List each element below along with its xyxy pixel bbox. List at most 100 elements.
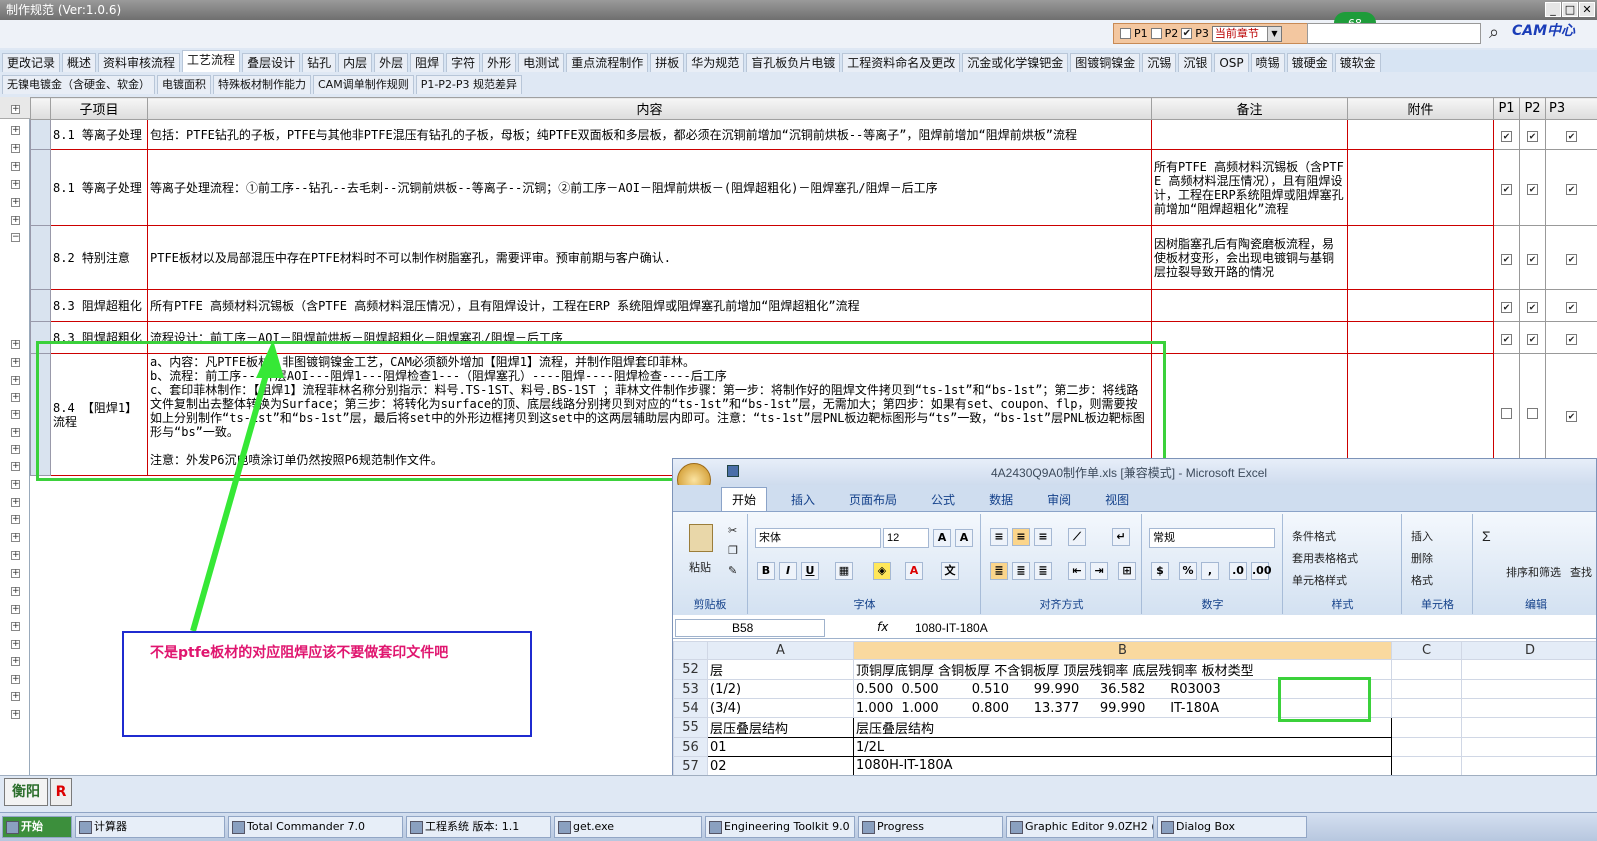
ribbon-tab-1[interactable]: 插入 xyxy=(781,488,825,511)
checkbox[interactable]: ✔ xyxy=(1527,183,1538,195)
cell-d[interactable] xyxy=(1461,756,1596,776)
tab2-3[interactable]: CAM调单制作规则 xyxy=(313,75,414,94)
header-item[interactable]: 子项目 xyxy=(50,97,148,120)
indent-icon[interactable]: ⇥ xyxy=(1090,562,1108,580)
cell-c[interactable] xyxy=(1391,717,1462,738)
italic-icon[interactable]: I xyxy=(779,562,797,580)
row-gutter[interactable] xyxy=(30,289,51,322)
tab-18[interactable]: 图镀铜镍金 xyxy=(1070,53,1141,72)
row-p2-checkbox[interactable]: ✔ xyxy=(1519,225,1546,290)
cell-a[interactable]: 层压叠层结构 xyxy=(707,717,854,738)
tab2-1[interactable]: 电镀面积 xyxy=(157,75,211,94)
bold-icon[interactable]: B xyxy=(757,562,775,580)
cell-b[interactable]: 1/2L xyxy=(853,737,1392,757)
checkbox[interactable]: ✔ xyxy=(1566,253,1577,265)
paste-icon[interactable] xyxy=(689,524,713,552)
cell-style-button[interactable]: 单元格样式 xyxy=(1292,572,1347,588)
tab-16[interactable]: 工程资料命名及更改 xyxy=(842,53,961,72)
cell-d[interactable] xyxy=(1461,717,1596,738)
col-header-d[interactable]: D xyxy=(1461,641,1596,660)
sheet-row[interactable]: 54 (3/4) 1.000 1.000 0.800 13.377 99.990 I… xyxy=(673,698,1596,718)
underline-icon[interactable]: U xyxy=(801,562,819,580)
header-attach[interactable]: 附件 xyxy=(1347,97,1494,120)
checkbox[interactable]: ✔ xyxy=(1527,301,1538,313)
table-format-button[interactable]: 套用表格格式 xyxy=(1292,550,1358,566)
expand-icon[interactable]: + xyxy=(11,622,20,631)
row-p2-checkbox[interactable]: ✔ xyxy=(1519,149,1546,226)
row-p3-checkbox[interactable]: ✔ xyxy=(1545,225,1597,290)
col-header-a[interactable]: A xyxy=(707,641,854,660)
cell-attach[interactable] xyxy=(1347,119,1494,150)
p3-checkbox[interactable]: ✔ xyxy=(1181,28,1193,39)
checkbox[interactable]: ✔ xyxy=(1527,333,1538,345)
cell-content[interactable]: PTFE板材以及局部混压中存在PTFE材料时不可以制作树脂塞孔，需要评审。预审前… xyxy=(147,225,1152,290)
expand-icon[interactable]: + xyxy=(11,692,20,701)
cell-b[interactable]: 1080H-IT-180A xyxy=(853,756,1392,776)
cell-c[interactable] xyxy=(1391,737,1462,757)
expand-icon[interactable]: + xyxy=(11,428,20,437)
cell-a[interactable]: (3/4) xyxy=(707,698,854,718)
cell-a[interactable]: 层 xyxy=(707,659,854,680)
expand-icon[interactable]: + xyxy=(11,569,20,578)
row-gutter[interactable] xyxy=(30,225,51,290)
expand-icon[interactable]: + xyxy=(11,410,20,419)
cell-c[interactable] xyxy=(1391,756,1462,776)
format-painter-icon[interactable]: ✎ xyxy=(728,564,737,577)
excel-window[interactable]: 4A2430Q9A0制作单.xls [兼容模式] - Microsoft Exc… xyxy=(672,458,1597,812)
tab-20[interactable]: 沉银 xyxy=(1178,53,1213,72)
tab-19[interactable]: 沉锡 xyxy=(1142,53,1177,72)
cell-remark[interactable] xyxy=(1151,119,1348,150)
chevron-down-icon[interactable]: ▼ xyxy=(1266,26,1281,41)
expand-icon[interactable]: + xyxy=(11,498,20,507)
merge-icon[interactable]: ⊞ xyxy=(1118,562,1136,580)
cell-remark[interactable]: 所有PTFE 高频材料沉锡板（含PTFE 高频材料混压情况），且有阻焊设计，工程… xyxy=(1151,149,1348,226)
save-icon[interactable] xyxy=(727,465,739,477)
cell-d[interactable] xyxy=(1461,698,1596,718)
taskbar-item[interactable]: Engineering Toolkit 9.0 xyxy=(705,816,855,838)
expand-icon[interactable]: + xyxy=(11,144,20,153)
cell-a[interactable]: (1/2) xyxy=(707,679,854,699)
comma-icon[interactable]: , xyxy=(1201,562,1219,580)
expand-icon[interactable]: + xyxy=(11,515,20,524)
checkbox[interactable]: ✔ xyxy=(1501,333,1512,345)
align-center-icon[interactable]: ≣ xyxy=(1012,562,1030,580)
cell-remark[interactable]: 因树脂塞孔后有陶瓷磨板流程，易使板材变形，会出现电镀铜与基铜层拉裂导致开路的情况 xyxy=(1151,225,1348,290)
cell-c[interactable] xyxy=(1391,679,1462,699)
font-size-select[interactable]: 12 xyxy=(883,528,929,548)
expand-icon[interactable]: + xyxy=(11,126,20,135)
checkbox[interactable]: ✔ xyxy=(1527,253,1538,265)
checkbox[interactable]: ✔ xyxy=(1501,301,1512,313)
format-button[interactable]: 格式 xyxy=(1411,572,1433,588)
tab-21[interactable]: OSP xyxy=(1214,53,1249,72)
expand-icon[interactable]: + xyxy=(11,605,20,614)
cell-remark[interactable] xyxy=(1151,321,1348,354)
start-button[interactable]: 开始 xyxy=(2,816,72,838)
row-gutter[interactable] xyxy=(30,149,51,226)
expand-icon[interactable]: + xyxy=(11,376,20,385)
taskbar-item[interactable]: 工程系统 版本: 1.1 xyxy=(406,816,551,838)
tab-15[interactable]: 盲孔板负片电镀 xyxy=(746,53,841,72)
row-header[interactable]: 52 xyxy=(673,659,708,680)
decrease-decimal-icon[interactable]: .00 xyxy=(1251,562,1272,580)
expand-icon[interactable]: + xyxy=(11,587,20,596)
header-p3[interactable]: P3 xyxy=(1545,97,1597,120)
corner-cell[interactable] xyxy=(673,641,708,660)
insert-button[interactable]: 插入 xyxy=(1411,528,1433,544)
tab-17[interactable]: 沉金或化学镍钯金 xyxy=(962,53,1069,72)
expand-icon[interactable]: − xyxy=(11,233,20,242)
checkbox[interactable] xyxy=(1501,407,1512,419)
tab-23[interactable]: 镀硬金 xyxy=(1286,53,1333,72)
expand-icon[interactable]: + xyxy=(11,640,20,649)
conditional-format-button[interactable]: 条件格式 xyxy=(1292,528,1336,544)
row-p3-checkbox[interactable]: ✔ xyxy=(1545,149,1597,226)
sheet-row[interactable]: 56 01 1/2L xyxy=(673,737,1596,757)
r-button[interactable]: R xyxy=(50,778,72,806)
row-p2-checkbox[interactable]: ✔ xyxy=(1519,289,1546,322)
checkbox[interactable]: ✔ xyxy=(1527,130,1538,142)
checkbox[interactable]: ✔ xyxy=(1501,253,1512,265)
cell-d[interactable] xyxy=(1461,659,1596,680)
taskbar-item[interactable]: get.exe xyxy=(554,816,702,838)
align-left-icon[interactable]: ≣ xyxy=(990,562,1008,580)
tab-4[interactable]: 叠层设计 xyxy=(242,53,301,72)
cell-item[interactable]: 8.1 等离子处理 xyxy=(50,149,148,226)
